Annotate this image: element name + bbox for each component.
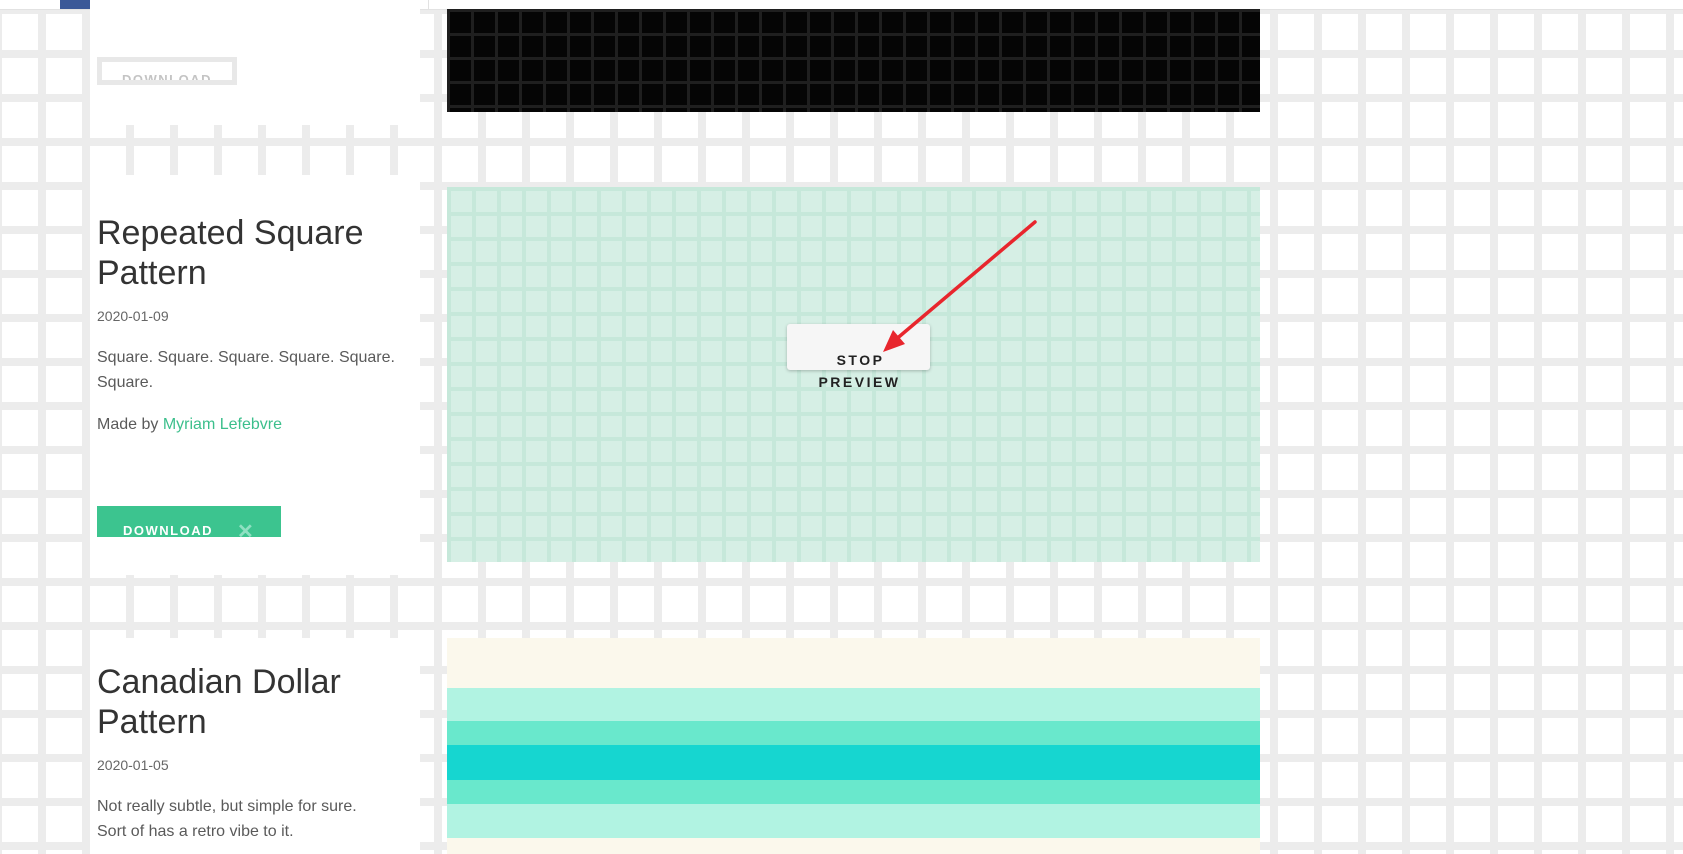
pattern-info-panel: DOWNLOAD [90, 0, 420, 125]
pattern-preview-square[interactable]: STOP PREVIEW [447, 187, 1260, 562]
description-line: Sort of has a retro vibe to it. [97, 823, 294, 840]
download-label: DOWNLOAD [123, 523, 213, 537]
pattern-preview-dollar-stripes[interactable] [447, 638, 1260, 854]
pattern-title-line: Pattern [97, 254, 207, 292]
download-button[interactable]: DOWNLOAD ✕ [97, 506, 281, 537]
download-button[interactable]: DOWNLOAD [97, 57, 237, 85]
pattern-title: Repeated Square Pattern [97, 213, 417, 293]
pattern-description: Not really subtle, but simple for sure. … [97, 794, 417, 844]
pattern-title-line: Pattern [97, 703, 207, 741]
description-line: Square. [97, 374, 154, 391]
stop-preview-label: STOP [836, 352, 885, 368]
stop-preview-button[interactable]: STOP PREVIEW [787, 324, 930, 390]
stop-preview-label: PREVIEW [818, 374, 901, 390]
pattern-info-panel: Repeated Square Pattern 2020-01-09 Squar… [90, 175, 420, 575]
credit-prefix: Made by [97, 416, 159, 433]
description-line: Not really subtle, but simple for sure. [97, 798, 357, 815]
pattern-date: 2020-01-05 [97, 757, 169, 773]
pattern-title-line: Repeated Square [97, 214, 364, 252]
pattern-description: Square. Square. Square. Square. Square. … [97, 345, 417, 395]
author-link[interactable]: Myriam Lefebvre [163, 416, 282, 433]
pattern-title-line: Canadian Dollar [97, 663, 341, 701]
pattern-title: Canadian Dollar Pattern [97, 662, 417, 742]
nav-divider [428, 0, 429, 9]
pattern-credit: Made by Myriam Lefebvre [97, 416, 282, 434]
pattern-date: 2020-01-09 [97, 308, 169, 324]
description-line: Square. Square. Square. Square. Square. [97, 349, 395, 366]
pattern-preview-black-grid[interactable] [447, 9, 1260, 112]
pattern-info-panel: Canadian Dollar Pattern 2020-01-05 Not r… [90, 638, 420, 854]
close-icon: ✕ [237, 521, 256, 537]
